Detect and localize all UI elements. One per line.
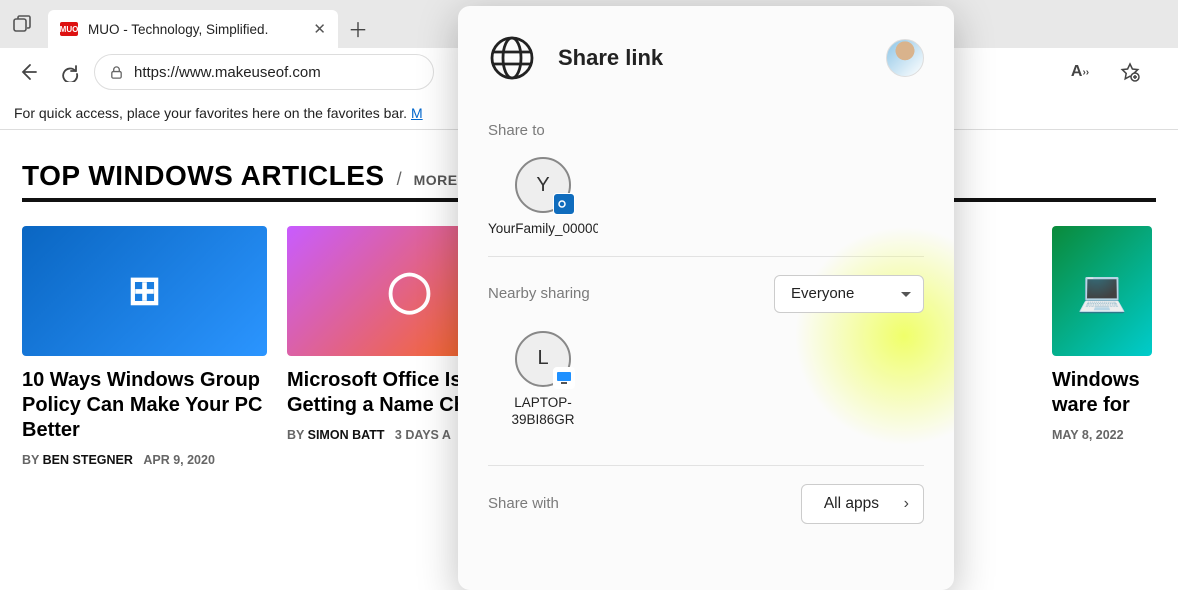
refresh-button[interactable] (52, 54, 88, 90)
article-meta: MAY 8, 2022 (1052, 428, 1152, 442)
article-meta: BY BEN STEGNER APR 9, 2020 (22, 453, 267, 467)
favorites-hint: For quick access, place your favorites h… (14, 105, 407, 121)
article-title: Windows ware for (1052, 368, 1152, 418)
globe-icon (488, 34, 536, 82)
browser-tab[interactable]: MUO MUO - Technology, Simplified. ✕ (48, 10, 338, 48)
article-card[interactable]: 💻 Windows ware for MAY 8, 2022 (1052, 226, 1152, 467)
more-link[interactable]: MORE (414, 172, 458, 188)
lock-icon (109, 65, 124, 80)
nearby-scope-dropdown[interactable]: Everyone (774, 275, 924, 313)
back-button[interactable] (10, 54, 46, 90)
share-panel: Share link Share to Y YourFamily_0000000… (458, 6, 954, 590)
favicon-icon: MUO (60, 22, 78, 36)
share-with-label: Share with (488, 495, 559, 512)
article-title: 10 Ways Windows Group Policy Can Make Yo… (22, 368, 267, 443)
chevron-right-icon: › (904, 495, 909, 513)
favorites-link[interactable]: M (411, 105, 423, 121)
device-avatar: L (515, 331, 571, 387)
device-label: LAPTOP-39BI86GR (488, 395, 598, 429)
new-tab-button[interactable]: ＋ (338, 8, 378, 48)
article-card[interactable]: ⊞ 10 Ways Windows Group Policy Can Make … (22, 226, 267, 467)
read-aloud-icon[interactable]: A›› (1062, 54, 1098, 90)
share-target-contact[interactable]: Y YourFamily_00000000000000… (488, 157, 598, 238)
monitor-icon (553, 367, 575, 389)
url-text: https://www.makeuseof.com (134, 64, 321, 81)
article-thumb: ⊞ (22, 226, 267, 356)
favorite-icon[interactable] (1112, 54, 1148, 90)
tab-title: MUO - Technology, Simplified. (88, 22, 268, 37)
share-title: Share link (558, 45, 663, 71)
nearby-device[interactable]: L LAPTOP-39BI86GR (488, 331, 598, 429)
nearby-label: Nearby sharing (488, 285, 590, 302)
tab-actions-icon[interactable] (0, 0, 44, 48)
share-to-label: Share to (488, 122, 924, 139)
close-tab-icon[interactable]: ✕ (313, 20, 326, 38)
contact-avatar: Y (515, 157, 571, 213)
user-avatar[interactable] (886, 39, 924, 77)
article-thumb: 💻 (1052, 226, 1152, 356)
all-apps-button[interactable]: All apps › (801, 484, 924, 524)
section-title: TOP WINDOWS ARTICLES (22, 160, 385, 192)
address-bar[interactable]: https://www.makeuseof.com (94, 54, 434, 90)
outlook-icon (553, 193, 575, 215)
contact-label: YourFamily_00000000000000… (488, 221, 598, 238)
